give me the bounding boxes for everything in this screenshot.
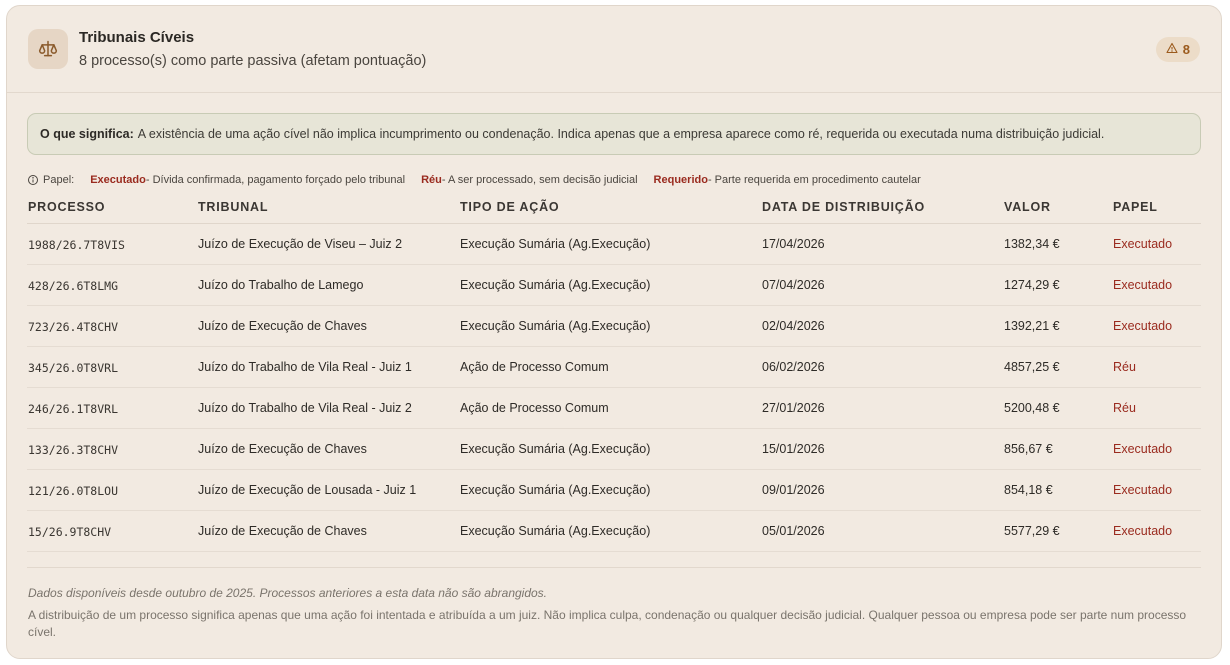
legend-desc-requerido: - Parte requerida em procedimento cautel… [707, 174, 921, 186]
civil-courts-card: Tribunais Cíveis 8 processo(s) como part… [6, 5, 1222, 659]
cell-data: 09/01/2026 [762, 483, 825, 497]
legend-desc-reu: - A ser processado, sem decisão judicial [441, 174, 638, 186]
table-row: 345/26.0T8VRL Juízo do Trabalho de Vila R… [27, 347, 1201, 388]
cell-papel: Executado [1113, 237, 1173, 251]
cell-processo: 133/26.3T8CHV [28, 443, 119, 457]
warning-count-badge: 8 [1155, 37, 1200, 62]
processes-table: PROCESSO TRIBUNAL TIPO DE AÇÃO DATA DE D… [27, 196, 1201, 552]
cell-valor: 1274,29 € [1004, 278, 1060, 292]
cell-data: 15/01/2026 [762, 442, 825, 456]
cell-tribunal: Juízo do Trabalho de Vila Real - Juiz 2 [198, 401, 412, 415]
cell-papel: Executado [1113, 442, 1173, 456]
card-subtitle: 8 processo(s) como parte passiva (afetam… [79, 53, 427, 69]
cell-valor: 854,18 € [1004, 483, 1053, 497]
cell-valor: 5577,29 € [1004, 524, 1060, 538]
cell-tipo-acao: Execução Sumária (Ag.Execução) [460, 278, 651, 292]
cell-tribunal: Juízo de Execução de Viseu – Juiz 2 [198, 237, 403, 251]
disclaimer-note: A distribuição de um processo significa … [28, 608, 1187, 639]
cell-papel: Executado [1113, 278, 1173, 292]
cell-data: 07/04/2026 [762, 278, 825, 292]
cell-processo: 15/26.9T8CHV [28, 525, 112, 539]
meaning-notice: O que significa: A existência de uma açã… [27, 113, 1201, 155]
cell-valor: 5200,48 € [1004, 401, 1060, 415]
cell-tipo-acao: Execução Sumária (Ag.Execução) [460, 319, 651, 333]
table-row: 15/26.9T8CHV Juízo de Execução de Chaves E… [27, 511, 1201, 552]
cell-processo: 428/26.6T8LMG [28, 279, 119, 293]
cell-data: 05/01/2026 [762, 524, 825, 538]
cell-tribunal: Juízo de Execução de Chaves [198, 319, 367, 333]
cell-valor: 4857,25 € [1004, 360, 1060, 374]
cell-papel: Executado [1113, 524, 1173, 538]
cell-tribunal: Juízo do Trabalho de Vila Real - Juiz 1 [198, 360, 412, 374]
cell-data: 17/04/2026 [762, 237, 825, 251]
table-row: 428/26.6T8LMG Juízo do Trabalho de Lamego… [27, 265, 1201, 306]
notice-label: O que significa: [40, 127, 134, 141]
table-body: 1988/26.7T8VIS Juízo de Execução de Viseu… [27, 224, 1201, 552]
cell-tipo-acao: Execução Sumária (Ag.Execução) [460, 483, 651, 497]
cell-tribunal: Juízo de Execução de Chaves [198, 442, 367, 456]
table-row: 246/26.1T8VRL Juízo do Trabalho de Vila R… [27, 388, 1201, 429]
table-row: 1988/26.7T8VIS Juízo de Execução de Viseu… [27, 224, 1201, 265]
cell-papel: Réu [1113, 401, 1136, 415]
col-header-tribunal: TRIBUNAL [198, 200, 269, 214]
warning-triangle-icon [1166, 42, 1178, 57]
cell-processo: 121/26.0T8LOU [28, 484, 119, 498]
cell-tipo-acao: Execução Sumária (Ag.Execução) [460, 442, 651, 456]
legend-desc-executado: - Dívida confirmada, pagamento forçado p… [145, 174, 406, 186]
cell-valor: 856,67 € [1004, 442, 1053, 456]
cell-papel: Réu [1113, 360, 1136, 374]
card-title: Tribunais Cíveis [79, 29, 195, 46]
table-row: 121/26.0T8LOU Juízo de Execução de Lousad… [27, 470, 1201, 511]
col-header-papel: PAPEL [1113, 200, 1158, 214]
cell-tipo-acao: Ação de Processo Comum [460, 360, 609, 374]
cell-tribunal: Juízo do Trabalho de Lamego [198, 278, 364, 292]
col-header-data: DATA DE DISTRIBUIÇÃO [762, 200, 925, 214]
col-header-tipo-acao: TIPO DE AÇÃO [460, 200, 560, 214]
scales-icon [28, 29, 68, 69]
card-footer: Dados disponíveis desde outubro de 2025.… [27, 567, 1201, 639]
table-row: 133/26.3T8CHV Juízo de Execução de Chaves… [27, 429, 1201, 470]
cell-tribunal: Juízo de Execução de Chaves [198, 524, 367, 538]
cell-tribunal: Juízo de Execução de Lousada - Juiz 1 [198, 483, 417, 497]
role-legend: Papel: Executado - Dívida confirmada, pa… [27, 173, 921, 187]
col-header-valor: VALOR [1004, 200, 1051, 214]
info-icon [27, 174, 39, 186]
table-row: 723/26.4T8CHV Juízo de Execução de Chaves… [27, 306, 1201, 347]
availability-note: Dados disponíveis desde outubro de 2025.… [28, 586, 548, 600]
cell-data: 27/01/2026 [762, 401, 825, 415]
cell-processo: 1988/26.7T8VIS [28, 238, 125, 252]
cell-data: 02/04/2026 [762, 319, 825, 333]
cell-processo: 345/26.0T8VRL [28, 361, 119, 375]
legend-role-executado: Executado [90, 174, 146, 186]
cell-papel: Executado [1113, 319, 1173, 333]
cell-data: 06/02/2026 [762, 360, 825, 374]
card-header: Tribunais Cíveis 8 processo(s) como part… [7, 6, 1221, 93]
cell-tipo-acao: Execução Sumária (Ag.Execução) [460, 237, 651, 251]
notice-text: A existência de uma ação cível não impli… [137, 127, 1105, 141]
cell-tipo-acao: Execução Sumária (Ag.Execução) [460, 524, 651, 538]
cell-valor: 1392,21 € [1004, 319, 1060, 333]
badge-count: 8 [1182, 42, 1190, 57]
cell-processo: 246/26.1T8VRL [28, 402, 119, 416]
cell-valor: 1382,34 € [1004, 237, 1060, 251]
legend-role-requerido: Requerido [653, 174, 708, 186]
legend-role-reu: Réu [421, 174, 442, 186]
table-header: PROCESSO TRIBUNAL TIPO DE AÇÃO DATA DE D… [27, 196, 1201, 224]
col-header-processo: PROCESSO [28, 200, 106, 214]
cell-processo: 723/26.4T8CHV [28, 320, 119, 334]
cell-tipo-acao: Ação de Processo Comum [460, 401, 609, 415]
cell-papel: Executado [1113, 483, 1173, 497]
legend-label: Papel: [43, 174, 75, 186]
